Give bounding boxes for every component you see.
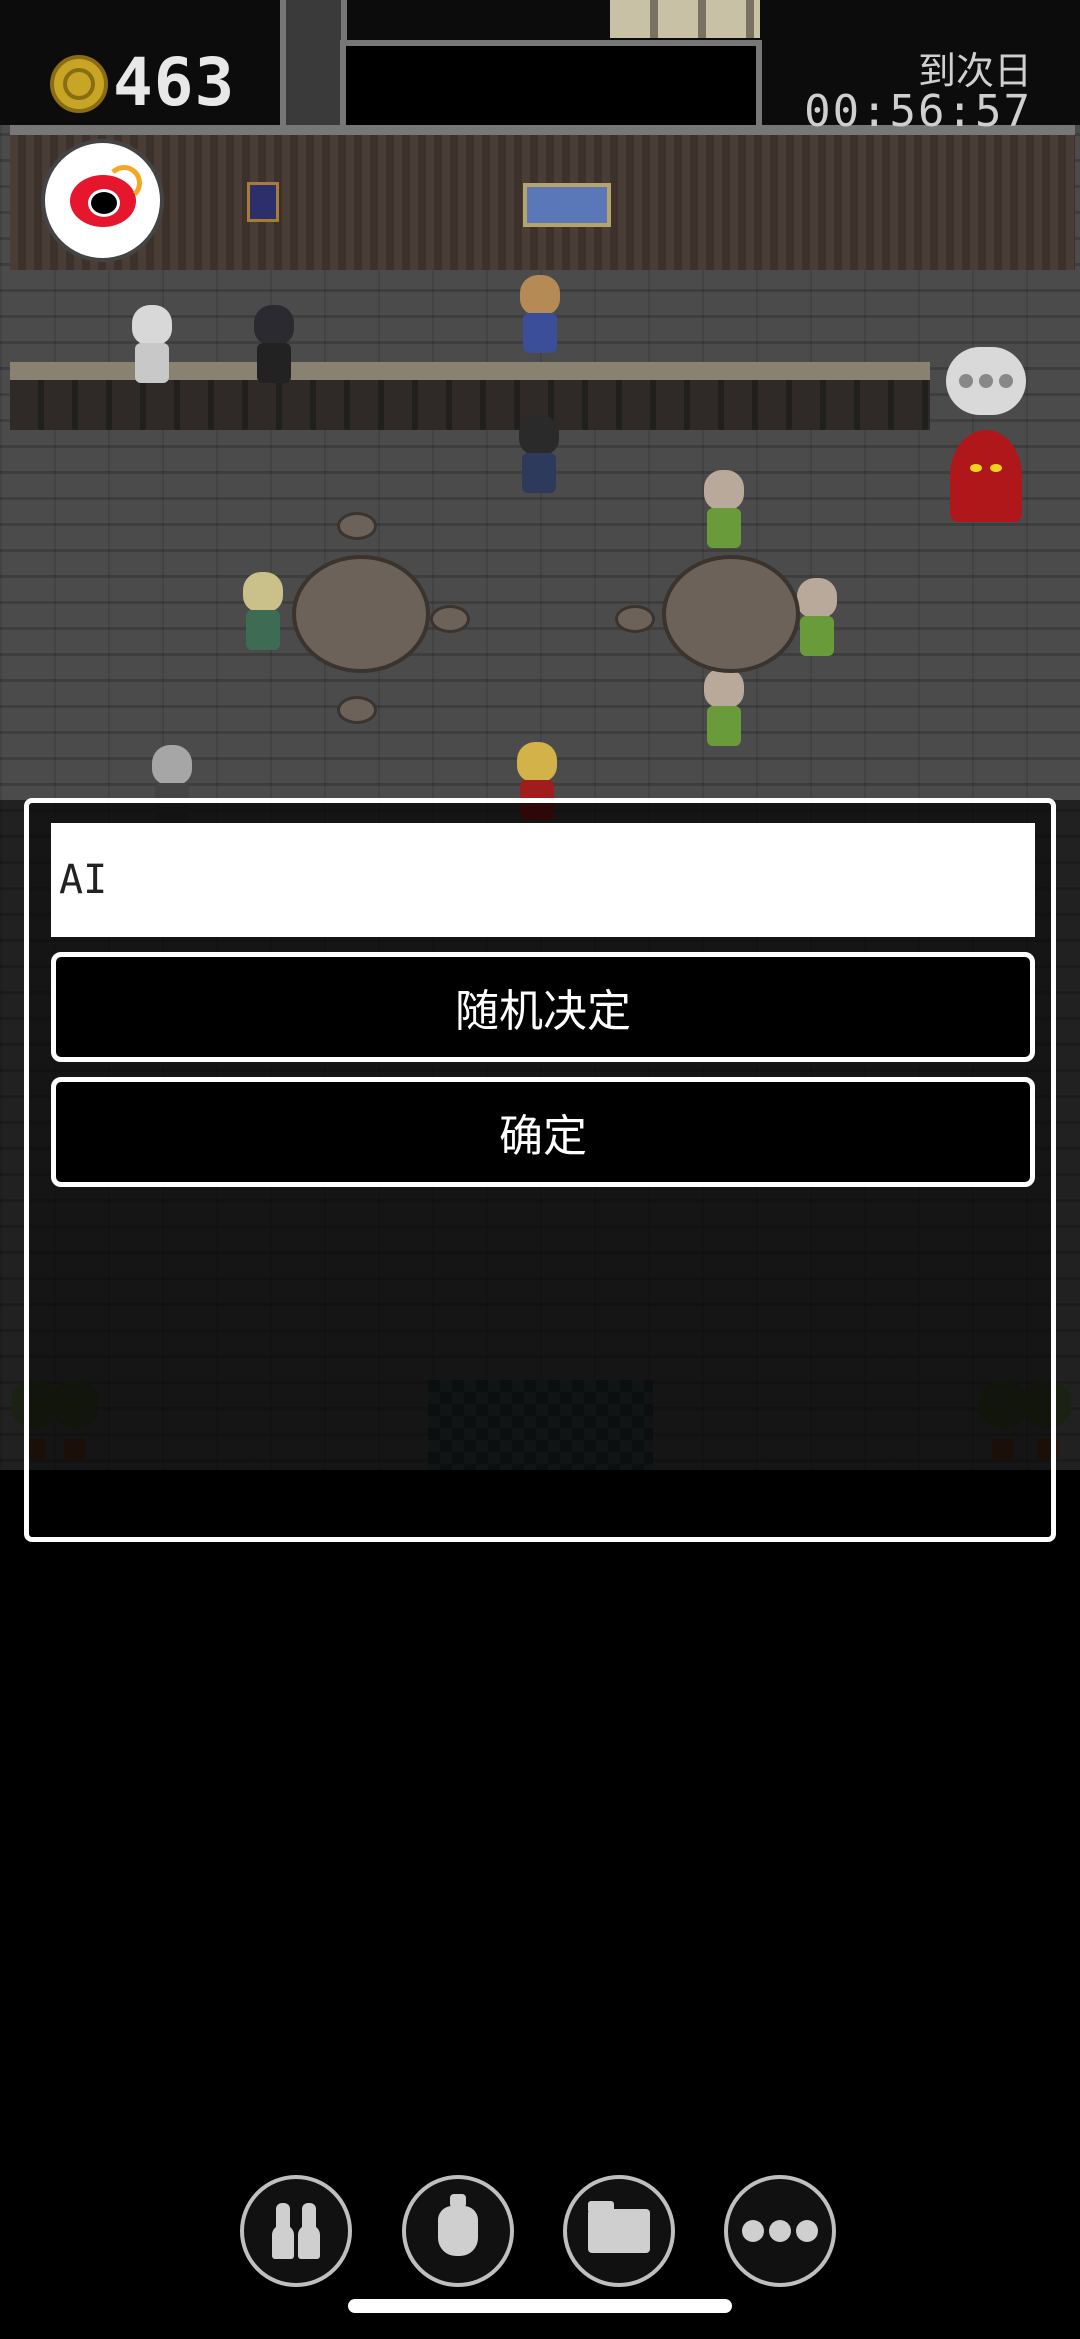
- weibo-icon[interactable]: [45, 143, 160, 258]
- countdown-timer: 00:56:57: [804, 86, 1032, 137]
- round-table-right: [662, 555, 800, 673]
- dot-icon: [979, 374, 993, 388]
- window: [610, 0, 760, 38]
- barmaid-npc[interactable]: [513, 275, 567, 355]
- villager-npc-3[interactable]: [697, 668, 751, 748]
- confirm-button[interactable]: 确定: [51, 1077, 1035, 1187]
- stool: [615, 605, 655, 633]
- stool: [337, 696, 377, 724]
- blonde-adventurer-npc[interactable]: [236, 572, 290, 652]
- stool: [337, 512, 377, 540]
- more-button[interactable]: [724, 2175, 836, 2287]
- round-table-left: [292, 555, 430, 673]
- upper-room: [340, 40, 762, 131]
- folder-icon: [588, 2201, 650, 2253]
- save-button[interactable]: [563, 2175, 675, 2287]
- black-cat[interactable]: [247, 305, 301, 385]
- dot-icon: [999, 374, 1013, 388]
- coin-count: 463: [113, 44, 236, 121]
- weibo-wave-icon: [106, 165, 142, 201]
- bag-icon: [438, 2194, 478, 2256]
- gold-coin-icon: [50, 55, 108, 113]
- red-hooded-figure[interactable]: [950, 430, 1022, 522]
- white-cat[interactable]: [125, 305, 179, 385]
- party-button[interactable]: [240, 2175, 352, 2287]
- home-indicator[interactable]: [348, 2299, 732, 2313]
- wall-painting: [523, 183, 611, 227]
- chat-bubble-icon[interactable]: [946, 347, 1026, 415]
- villager-npc-1[interactable]: [697, 470, 751, 550]
- dot-icon: [959, 374, 973, 388]
- name-entry-dialog: 随机决定 确定: [24, 798, 1056, 1542]
- small-picture-frame: [247, 182, 279, 222]
- people-icon: [268, 2203, 324, 2259]
- random-decide-button[interactable]: 随机决定: [51, 952, 1035, 1062]
- more-icon: [742, 2220, 818, 2242]
- stool: [430, 605, 470, 633]
- hero-character[interactable]: [512, 415, 566, 495]
- name-input[interactable]: [51, 823, 1035, 937]
- bottom-toolbar: [0, 2175, 1080, 2295]
- inventory-button[interactable]: [402, 2175, 514, 2287]
